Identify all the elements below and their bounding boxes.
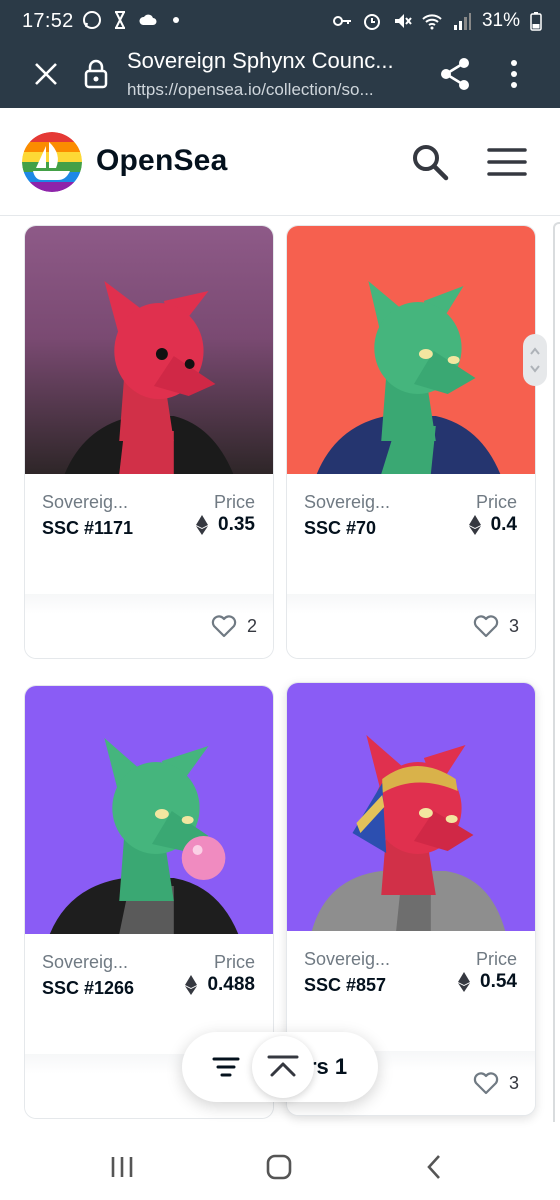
search-icon[interactable] [410, 142, 450, 182]
price-value: 0.35 [218, 514, 255, 535]
scroll-handle[interactable] [523, 334, 547, 386]
page-url[interactable]: https://opensea.io/collection/so... [127, 80, 415, 100]
nft-name[interactable]: SSC #70 [304, 518, 376, 539]
lock-icon[interactable] [82, 58, 110, 90]
nft-card[interactable]: Sovereig... SSC #70 Price 0.4 3 [286, 225, 536, 659]
status-time: 17:52 [22, 10, 74, 32]
nft-image[interactable] [25, 226, 273, 474]
battery-icon [530, 12, 542, 31]
browser-chrome: 17:52 31% Sovereign Sphynx Counc... http… [0, 0, 560, 108]
more-menu-icon[interactable] [504, 56, 524, 92]
nft-name[interactable]: SSC #1171 [42, 518, 133, 539]
filters-button[interactable]: rs 1 [182, 1032, 378, 1102]
price-label: Price [213, 492, 255, 512]
cloud-icon [139, 14, 157, 25]
favorite-button[interactable]: 2 [211, 614, 257, 638]
heart-icon[interactable] [473, 614, 499, 638]
scroll-to-top-button[interactable] [252, 1036, 314, 1098]
nft-card[interactable]: Sovereig... SSC #1171 Price 0.35 2 [24, 225, 274, 659]
collection-name[interactable]: Sovereig... [42, 492, 128, 513]
price-label: Price [213, 952, 255, 972]
share-icon[interactable] [438, 56, 472, 92]
favorite-count: 3 [508, 615, 519, 636]
favorite-button[interactable]: 3 [473, 614, 519, 638]
chevron-up-icon [267, 1055, 299, 1077]
filter-icon [212, 1057, 240, 1077]
collection-name[interactable]: Sovereig... [42, 952, 128, 973]
opensea-logo-icon[interactable] [22, 132, 82, 192]
system-nav-bar [0, 1134, 560, 1200]
signal-icon [453, 13, 471, 30]
favorite-count: 2 [246, 615, 257, 636]
nft-name[interactable]: SSC #1266 [42, 978, 134, 999]
url-bar: Sovereign Sphynx Counc... https://opense… [0, 44, 560, 108]
brand-name[interactable]: OpenSea [96, 144, 227, 178]
price-value: 0.4 [490, 514, 517, 535]
ethereum-icon [196, 515, 209, 535]
recent-apps-icon[interactable] [110, 1154, 134, 1180]
nft-image[interactable] [287, 683, 535, 931]
battery-percent: 31% [481, 10, 520, 31]
scroll-arrows-icon [530, 347, 540, 373]
adjacent-card-edge [553, 222, 560, 1122]
nft-name[interactable]: SSC #857 [304, 975, 386, 996]
heart-icon[interactable] [211, 614, 237, 638]
favorite-count: 3 [508, 1072, 519, 1093]
price-value: 0.54 [480, 971, 517, 992]
page-title: Sovereign Sphynx Counc... [127, 48, 394, 73]
collection-name[interactable]: Sovereig... [304, 492, 390, 513]
ethereum-icon [458, 972, 471, 992]
whatsapp-icon [83, 11, 101, 29]
hourglass-icon [115, 11, 125, 29]
collection-name[interactable]: Sovereig... [304, 949, 390, 970]
nft-image[interactable] [287, 226, 535, 474]
hamburger-menu-icon[interactable] [486, 144, 528, 180]
back-icon[interactable] [424, 1154, 444, 1180]
wifi-icon [422, 14, 442, 30]
dot-icon [173, 17, 179, 23]
price-label: Price [475, 949, 517, 969]
home-icon[interactable] [266, 1154, 292, 1180]
price-label: Price [475, 492, 517, 512]
heart-icon[interactable] [473, 1071, 499, 1095]
status-bar: 17:52 31% [0, 0, 560, 44]
mute-icon [394, 14, 412, 28]
ethereum-icon [185, 975, 198, 995]
favorite-button[interactable]: 3 [473, 1071, 519, 1095]
alarm-icon [363, 14, 380, 30]
site-header: OpenSea [0, 108, 560, 216]
key-icon [332, 16, 351, 26]
close-icon[interactable] [30, 58, 62, 90]
ethereum-icon [468, 515, 481, 535]
nft-image[interactable] [25, 686, 273, 934]
price-value: 0.488 [207, 974, 255, 995]
